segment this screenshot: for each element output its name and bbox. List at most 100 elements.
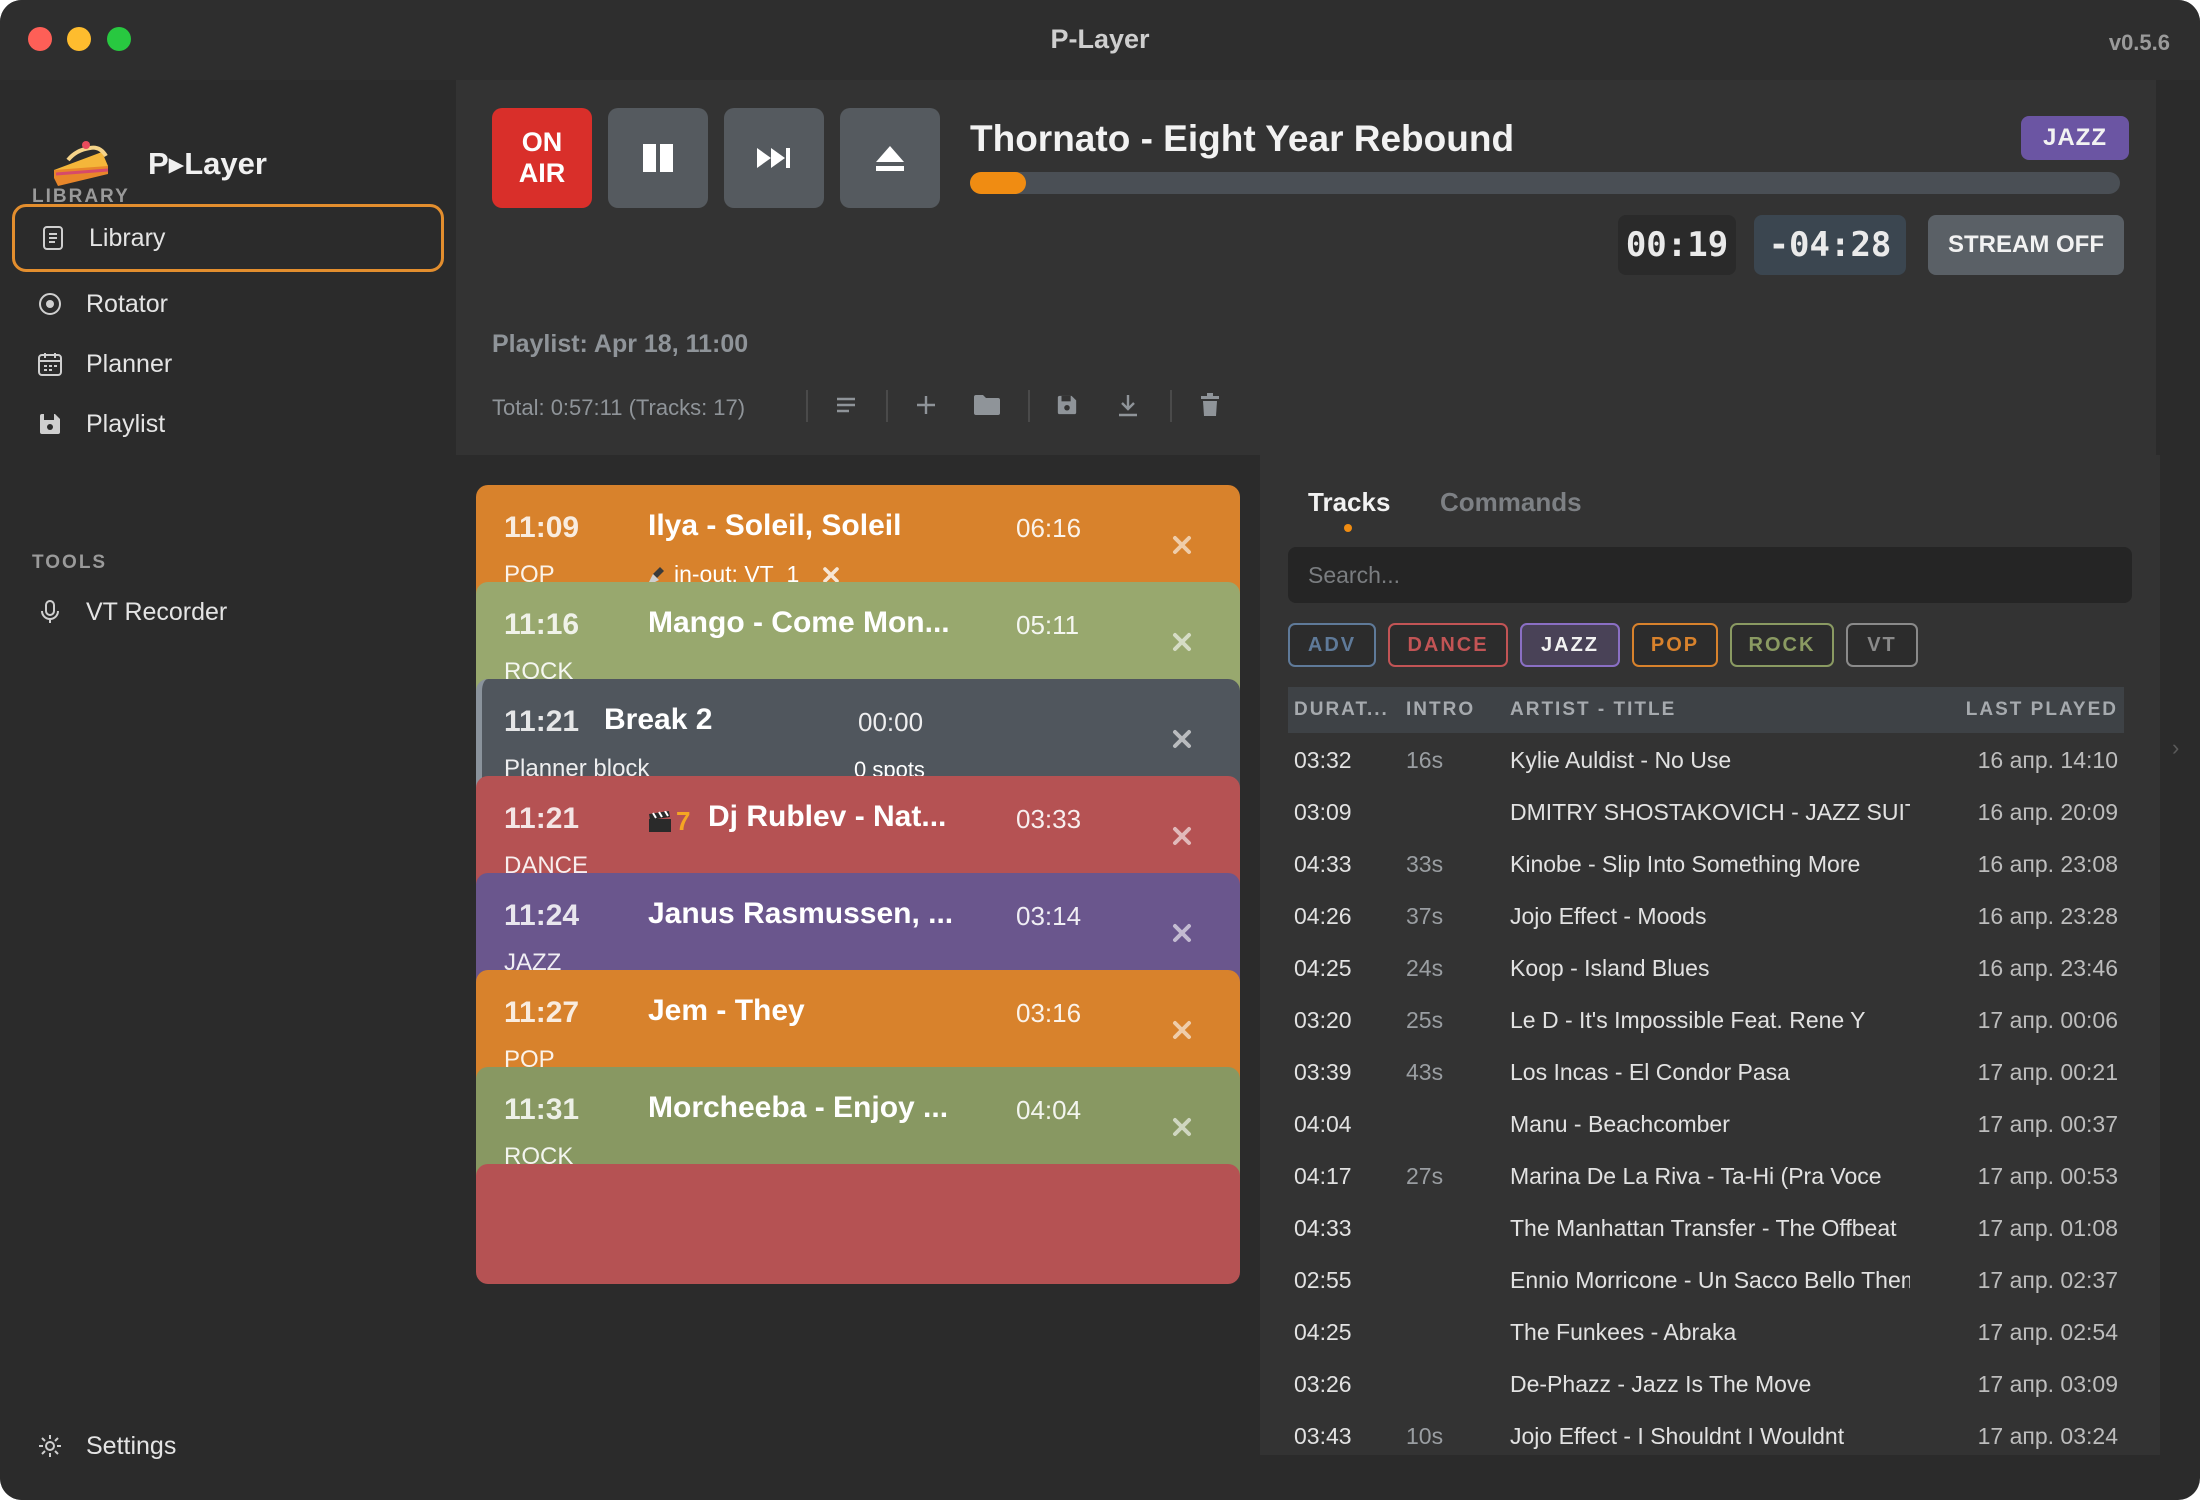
close-icon: [1173, 730, 1191, 748]
table-row[interactable]: 04:04 Manu - Beachcomber 17 апр. 00:37: [1288, 1097, 2124, 1149]
toolbar-divider: [1170, 390, 1172, 422]
genre-filter-chip-label: DANCE: [1407, 633, 1489, 656]
table-row[interactable]: 04:26 37s Jojo Effect - Moods 16 апр. 23:28: [1288, 889, 2124, 941]
column-header-duration[interactable]: DURAT...: [1294, 699, 1389, 721]
cell-intro: 43s: [1406, 1059, 1444, 1085]
column-header-artist-title[interactable]: ARTIST - TITLE: [1510, 699, 1676, 721]
on-air-label-2: AIR: [518, 158, 566, 188]
add-track-button[interactable]: [908, 387, 944, 423]
table-row[interactable]: 04:25 The Funkees - Abraka 17 апр. 02:54: [1288, 1305, 2124, 1357]
cell-duration: 04:33: [1294, 1215, 1352, 1241]
cell-duration: 04:33: [1294, 851, 1352, 877]
genre-filter-chip[interactable]: POP: [1632, 623, 1718, 667]
cell-intro: 37s: [1406, 903, 1444, 929]
genre-filter-chip[interactable]: ADV: [1288, 623, 1376, 667]
cell-artist-title: The Funkees - Abraka: [1510, 1319, 1737, 1345]
tab-commands[interactable]: Commands: [1440, 487, 1582, 518]
table-row[interactable]: 02:55 Ennio Morricone - Un Sacco Bello Th…: [1288, 1253, 2124, 1305]
sidebar-item-planner[interactable]: Planner: [12, 330, 444, 398]
sidebar-item-vt-recorder[interactable]: VT Recorder: [12, 578, 444, 646]
cell-artist-title: De-Phazz - Jazz Is The Move: [1510, 1371, 1812, 1397]
cell-artist-title: Los Incas - El Condor Pasa: [1510, 1059, 1790, 1085]
settings-button[interactable]: Settings: [12, 1418, 444, 1474]
cell-artist-title: Jojo Effect - I Shouldnt I Wouldnt: [1510, 1423, 1845, 1449]
table-row[interactable]: 04:25 24s Koop - Island Blues 16 апр. 23:46: [1288, 941, 2124, 993]
sidebar-item-label: VT Recorder: [86, 597, 228, 626]
item-title: Morcheeba - Enjoy ...: [648, 1091, 949, 1124]
table-row[interactable]: 03:39 43s Los Incas - El Condor Pasa 17 апр…: [1288, 1045, 2124, 1097]
stream-toggle-button[interactable]: STREAM OFF: [1928, 215, 2124, 275]
table-row[interactable]: 03:09 DMITRY SHOSTAKOVICH - JAZZ SUITE 16 …: [1288, 785, 2124, 837]
download-button[interactable]: [1110, 387, 1146, 423]
cell-duration: 03:26: [1294, 1371, 1352, 1397]
item-title: Break 2: [604, 703, 713, 736]
remove-item-button[interactable]: [1164, 915, 1200, 951]
item-time: 11:27: [504, 996, 580, 1029]
remove-item-button[interactable]: [1164, 624, 1200, 660]
sidebar-item-label: Library: [89, 223, 166, 252]
item-badge-number: 7: [676, 806, 691, 836]
playlist-item-partial[interactable]: [476, 1164, 1240, 1284]
open-folder-button[interactable]: [969, 387, 1005, 423]
cell-duration: 02:55: [1294, 1267, 1352, 1293]
floppy-icon: [1057, 395, 1077, 415]
table-row[interactable]: 03:43 10s Jojo Effect - I Shouldnt I Would…: [1288, 1409, 2124, 1455]
folder-icon: [974, 395, 1000, 415]
remove-item-button[interactable]: [1164, 721, 1200, 757]
on-air-label-1: ON: [521, 127, 563, 157]
chevron-right-icon[interactable]: ›: [2172, 735, 2179, 761]
remove-item-button[interactable]: [1164, 818, 1200, 854]
target-icon: [36, 290, 64, 318]
table-row[interactable]: 03:32 16s Kylie Auldist - No Use 16 апр. 14…: [1288, 733, 2124, 785]
cell-artist-title: Kylie Auldist - No Use: [1510, 747, 1732, 773]
remove-item-button[interactable]: [1164, 527, 1200, 563]
sidebar-item-rotator[interactable]: Rotator: [12, 270, 444, 338]
eject-button[interactable]: [840, 108, 940, 208]
delete-playlist-button[interactable]: [1192, 387, 1228, 423]
column-header-last-played[interactable]: LAST PLAYED: [1966, 699, 2118, 721]
cell-duration: 03:39: [1294, 1059, 1352, 1085]
close-icon: [1173, 827, 1191, 845]
column-header-intro[interactable]: INTRO: [1406, 699, 1475, 721]
genre-filter-chip[interactable]: JAZZ: [1520, 623, 1620, 667]
pie-logo-icon: [54, 141, 109, 186]
cell-duration: 03:20: [1294, 1007, 1352, 1033]
tab-tracks[interactable]: Tracks: [1308, 487, 1390, 518]
pause-icon: [643, 144, 673, 172]
cell-last-played: 16 апр. 20:09: [1977, 799, 2118, 825]
remove-item-button[interactable]: [1164, 1012, 1200, 1048]
playback-progress-bar[interactable]: [970, 172, 2120, 194]
remove-item-button[interactable]: [1164, 1109, 1200, 1145]
list-button[interactable]: [828, 387, 864, 423]
genre-filter-chip[interactable]: VT: [1846, 623, 1918, 667]
on-air-button[interactable]: ON AIR: [492, 108, 592, 208]
sidebar-item-library[interactable]: Library: [12, 204, 444, 272]
genre-filter-chip[interactable]: DANCE: [1388, 623, 1508, 667]
genre-filter-chip-label: POP: [1650, 633, 1700, 656]
cell-last-played: 17 апр. 00:06: [1977, 1007, 2118, 1033]
table-row[interactable]: 04:33 33s Kinobe - Slip Into Something Mor…: [1288, 837, 2124, 889]
genre-filter-chip[interactable]: ROCK: [1730, 623, 1834, 667]
cell-duration: 04:17: [1294, 1163, 1352, 1189]
sidebar-item-playlist[interactable]: Playlist: [12, 390, 444, 458]
cell-intro: 25s: [1406, 1007, 1444, 1033]
save-playlist-button[interactable]: [1049, 387, 1085, 423]
pause-button[interactable]: [608, 108, 708, 208]
skip-next-button[interactable]: [724, 108, 824, 208]
cell-last-played: 17 апр. 03:24: [1977, 1423, 2118, 1449]
remaining-time: -04:28: [1754, 215, 1906, 275]
close-icon: [1173, 1021, 1191, 1039]
download-icon: [1119, 395, 1137, 417]
table-row[interactable]: 03:20 25s Le D - It's Impossible Feat. Ren…: [1288, 993, 2124, 1045]
close-icon: [1173, 633, 1191, 651]
cell-intro: 27s: [1406, 1163, 1444, 1189]
cell-intro: 33s: [1406, 851, 1444, 877]
item-time: 11:09: [504, 511, 580, 544]
document-icon: [39, 224, 67, 252]
table-row[interactable]: 04:33 The Manhattan Transfer - The Offbea…: [1288, 1201, 2124, 1253]
toolbar-divider: [1028, 390, 1030, 422]
cell-last-played: 16 апр. 23:08: [1977, 851, 2118, 877]
search-input[interactable]: [1288, 547, 2132, 603]
table-row[interactable]: 03:26 De-Phazz - Jazz Is The Move 17 апр. …: [1288, 1357, 2124, 1409]
table-row[interactable]: 04:17 27s Marina De La Riva - Ta-Hi (Pra V…: [1288, 1149, 2124, 1201]
